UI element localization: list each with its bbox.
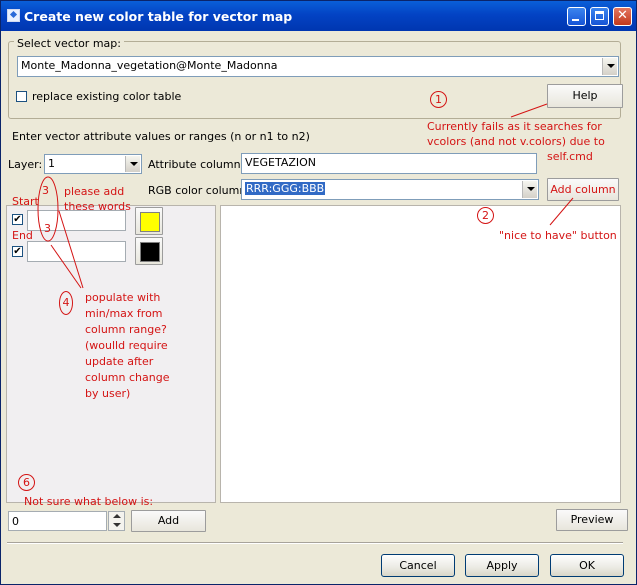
dialog-window: Create new color table for vector map ✕ … xyxy=(0,0,637,585)
annotation-text-6: Not sure what below is: xyxy=(24,495,154,508)
vector-map-value: Monte_Madonna_vegetation@Monte_Madonna xyxy=(21,59,278,72)
chevron-down-icon[interactable] xyxy=(522,181,537,198)
bottom-separator xyxy=(7,542,623,544)
maximize-icon xyxy=(595,11,604,20)
add-button[interactable]: Add xyxy=(131,510,206,532)
minimize-icon xyxy=(572,19,579,21)
add-count-value: 0 xyxy=(12,515,19,528)
spinner-down-icon[interactable] xyxy=(113,523,121,527)
rgb-column-value: RRR:GGG:BBB xyxy=(245,182,326,195)
start-checkbox[interactable]: ✔ xyxy=(12,214,23,225)
annotation-text-4-line: column change xyxy=(85,371,170,384)
attribute-column-label: Attribute column: xyxy=(148,158,245,171)
end-checkbox[interactable]: ✔ xyxy=(12,246,23,257)
instructions-text: Enter vector attribute values or ranges … xyxy=(12,130,310,143)
annotation-text-4-line: by user) xyxy=(85,387,131,400)
title-bar[interactable]: Create new color table for vector map ✕ xyxy=(1,1,636,31)
cancel-button[interactable]: Cancel xyxy=(381,554,455,577)
annotation-text-1-line: Currently fails as it searches for xyxy=(427,120,602,133)
app-icon xyxy=(7,9,20,22)
annotation-text-4: populate with min/max from column range?… xyxy=(85,290,169,402)
annotation-number-2: 2 xyxy=(477,207,494,224)
annotation-text-1: Currently fails as it searches for vcolo… xyxy=(427,119,605,164)
chevron-down-icon[interactable] xyxy=(602,58,617,75)
annotation-text-3-line: these words xyxy=(64,200,131,213)
annotation-number-1: 1 xyxy=(430,91,447,108)
layer-value: 1 xyxy=(48,157,55,170)
annotation-text-1-line: vcolors (and not v.colors) due to xyxy=(427,135,605,148)
preview-button[interactable]: Preview xyxy=(556,509,628,531)
chevron-down-icon[interactable] xyxy=(125,156,140,172)
vector-map-combobox[interactable]: Monte_Madonna_vegetation@Monte_Madonna xyxy=(17,56,619,77)
annotation-text-4-line: update after xyxy=(85,355,154,368)
close-button[interactable]: ✕ xyxy=(613,7,632,26)
end-color-swatch xyxy=(140,242,160,262)
select-vector-map-legend: Select vector map: xyxy=(14,37,124,50)
annotation-number-4: 4 xyxy=(59,291,73,315)
replace-color-table-label: replace existing color table xyxy=(32,90,182,103)
rgb-column-label: RGB color column: xyxy=(148,184,250,197)
help-button[interactable]: Help xyxy=(547,84,623,108)
annotation-text-3-line: please add xyxy=(64,185,125,198)
apply-button[interactable]: Apply xyxy=(465,554,539,577)
close-icon: ✕ xyxy=(617,8,628,23)
annotation-number-6: 6 xyxy=(18,474,35,491)
attribute-column-value: VEGETAZION xyxy=(245,156,317,169)
annotation-text-4-line: min/max from xyxy=(85,307,163,320)
rgb-column-combobox[interactable]: RRR:GGG:BBB xyxy=(241,179,539,200)
color-rules-preview-area[interactable] xyxy=(220,205,621,503)
start-color-button[interactable] xyxy=(135,207,163,235)
annotation-text-4-line: populate with xyxy=(85,291,161,304)
annotation-text-4-line: column range? xyxy=(85,323,167,336)
window-title: Create new color table for vector map xyxy=(24,9,293,24)
annotation-number-3a: 3 xyxy=(42,184,49,197)
select-vector-map-group xyxy=(8,41,621,119)
minimize-button[interactable] xyxy=(567,7,586,26)
replace-color-table-checkbox[interactable] xyxy=(16,91,27,102)
ok-button[interactable]: OK xyxy=(550,554,624,577)
layer-label: Layer: xyxy=(8,158,43,171)
annotation-number-3b: 3 xyxy=(44,222,51,235)
spinner-up-icon[interactable] xyxy=(113,514,121,518)
start-color-swatch xyxy=(140,212,160,232)
end-color-button[interactable] xyxy=(135,237,163,265)
add-column-button[interactable]: Add column xyxy=(547,178,619,201)
end-value-input[interactable] xyxy=(27,241,126,262)
start-label: Start xyxy=(12,195,39,208)
annotation-text-3: please add these words xyxy=(64,184,131,214)
maximize-button[interactable] xyxy=(590,7,609,26)
add-count-spinner[interactable] xyxy=(108,511,125,531)
layer-combobox[interactable]: 1 xyxy=(44,154,142,174)
add-count-input[interactable]: 0 xyxy=(8,511,107,531)
annotation-text-2: "nice to have" button xyxy=(499,229,617,242)
annotation-text-1-line: self.cmd xyxy=(547,150,593,163)
annotation-text-4-line: (woulld require xyxy=(85,339,168,352)
